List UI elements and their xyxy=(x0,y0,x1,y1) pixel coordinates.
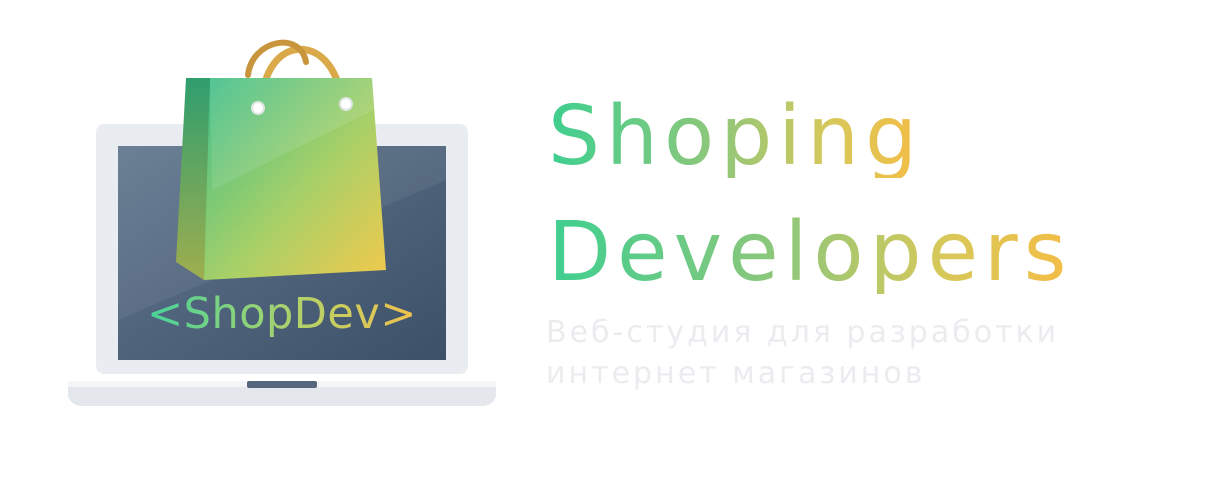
logo-canvas: <ShopDev> Shoping Developers Веб-студия … xyxy=(0,0,1209,477)
brand-title-line2: Developers xyxy=(548,205,1073,300)
brand-subtitle-line2: интернет магазинов xyxy=(546,356,926,391)
brand-title-line1: Shoping xyxy=(548,89,924,184)
brand-subtitle-line1: Веб-студия для разработки xyxy=(546,315,1060,350)
laptop-bag-logo: <ShopDev> xyxy=(68,39,496,406)
shopdev-text: <ShopDev> xyxy=(147,289,417,339)
laptop-notch xyxy=(247,381,317,388)
